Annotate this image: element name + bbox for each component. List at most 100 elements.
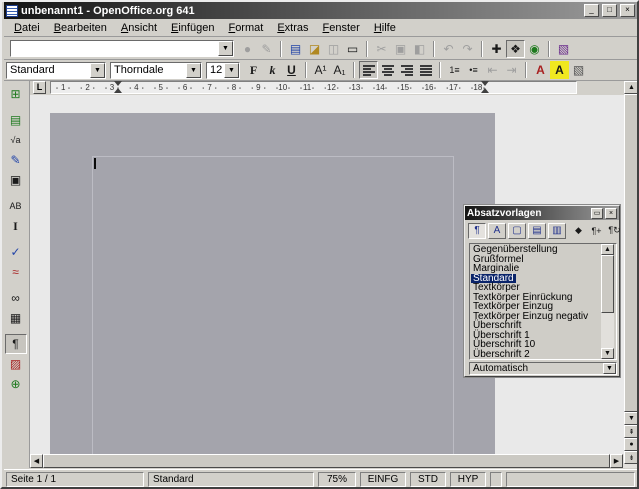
status-insert-mode[interactable]: EINFG [360, 472, 406, 487]
paragraph-styles-icon[interactable]: ¶ [468, 223, 486, 239]
chevron-down-icon[interactable]: ▼ [218, 41, 233, 56]
graphics-onoff-icon[interactable]: ▨ [5, 354, 27, 374]
navigation-dot-icon[interactable]: ● [624, 438, 639, 451]
draw-functions-icon[interactable]: ✎ [5, 150, 27, 170]
numbering-icon[interactable]: 1≡ [445, 61, 464, 79]
font-size-combobox[interactable]: 12 ▼ [206, 62, 240, 79]
paragraph-style-combobox[interactable]: Standard ▼ [6, 62, 106, 79]
direct-cursor-icon[interactable]: I [5, 216, 27, 236]
stylist-title-bar[interactable]: Absatzvorlagen ▭ × [465, 206, 619, 220]
gallery-icon[interactable]: ▧ [554, 40, 573, 58]
highlighting-icon[interactable]: A [550, 61, 569, 79]
document-page[interactable] [50, 113, 495, 454]
stylist-rollup-button[interactable]: ▭ [591, 208, 603, 219]
vertical-scroll-thumb[interactable] [624, 94, 639, 412]
paste-icon[interactable]: ◧ [410, 40, 429, 58]
align-justify-icon[interactable] [416, 61, 435, 79]
insert-icon[interactable]: ⊞ [5, 84, 27, 104]
status-hyperlink-mode[interactable]: HYP [450, 472, 486, 487]
close-button[interactable]: × [620, 4, 635, 17]
load-url-combobox[interactable]: ▼ [10, 40, 234, 57]
tab-type-selector[interactable]: L [33, 81, 46, 94]
stylist-icon[interactable]: ❖ [506, 40, 525, 58]
align-right-icon[interactable] [397, 61, 416, 79]
style-filter-combobox[interactable]: Automatisch ▼ [469, 362, 617, 375]
horizontal-ruler[interactable]: 123456789101112131415161718 [50, 81, 577, 94]
first-line-indent-marker[interactable] [114, 81, 122, 86]
nonprinting-characters-icon[interactable]: ¶ [5, 334, 27, 354]
page-styles-icon[interactable]: ▤ [528, 223, 546, 239]
numbering-styles-icon[interactable]: ▥ [548, 223, 566, 239]
data-sources-icon[interactable]: ▦ [5, 308, 27, 328]
left-indent-marker[interactable] [114, 88, 122, 93]
new-style-from-selection-icon[interactable]: ¶+ [588, 223, 605, 239]
chevron-down-icon[interactable]: ▼ [186, 63, 201, 78]
hyperlink-dialog-icon[interactable]: ◉ [525, 40, 544, 58]
status-page-style[interactable]: Standard [148, 472, 314, 487]
scroll-up-icon[interactable]: ▲ [601, 244, 614, 255]
maximize-button[interactable]: □ [602, 4, 617, 17]
menu-item-fenster[interactable]: Fenster [316, 20, 367, 36]
status-selection-mode[interactable]: STD [410, 472, 446, 487]
stylist-close-button[interactable]: × [605, 208, 617, 219]
superscript-icon[interactable]: A¹ [311, 61, 330, 79]
title-bar[interactable]: unbenannt1 - OpenOffice.org 641 _ □ × [4, 2, 637, 19]
horizontal-scroll-thumb[interactable] [43, 454, 610, 468]
online-layout-icon[interactable]: ⊕ [5, 374, 27, 394]
stop-icon[interactable]: ● [238, 40, 257, 58]
new-document-icon[interactable]: ▤ [286, 40, 305, 58]
scroll-up-icon[interactable]: ▲ [624, 81, 639, 94]
right-indent-marker-bottom[interactable] [481, 88, 489, 93]
background-color-icon[interactable]: ▧ [569, 61, 588, 79]
scroll-down-icon[interactable]: ▼ [601, 348, 614, 359]
italic-icon[interactable]: k [263, 61, 282, 79]
horizontal-scrollbar[interactable]: ◀ ▶ [30, 454, 624, 468]
find-replace-icon[interactable]: ∞ [5, 288, 27, 308]
autotext-icon[interactable]: AB [5, 196, 27, 216]
redo-icon[interactable]: ↷ [458, 40, 477, 58]
align-center-icon[interactable] [378, 61, 397, 79]
insert-fields-icon[interactable]: ▤ [5, 110, 27, 130]
spellcheck-icon[interactable]: ✓ [5, 242, 27, 262]
save-document-icon[interactable]: ◫ [324, 40, 343, 58]
status-page-number[interactable]: Seite 1 / 1 [6, 472, 144, 487]
insert-frame-icon[interactable]: ▣ [5, 170, 27, 190]
scroll-right-icon[interactable]: ▶ [610, 454, 623, 468]
fill-format-mode-icon[interactable]: ◆ [570, 223, 587, 239]
scroll-left-icon[interactable]: ◀ [30, 454, 43, 468]
menu-item-extras[interactable]: Extras [270, 20, 315, 36]
copy-icon[interactable]: ▣ [391, 40, 410, 58]
navigator-icon[interactable]: ✚ [487, 40, 506, 58]
decrease-indent-icon[interactable]: ⇤ [483, 61, 502, 79]
insert-object-icon[interactable]: √a [5, 130, 27, 150]
style-list-scroll-thumb[interactable] [601, 255, 614, 313]
menu-item-hilfe[interactable]: Hilfe [367, 20, 403, 36]
menu-item-ansicht[interactable]: Ansicht [114, 20, 164, 36]
style-item-überschrift-2[interactable]: Überschrift 2 [471, 350, 532, 360]
menu-item-datei[interactable]: Datei [7, 20, 47, 36]
menu-item-bearbeiten[interactable]: Bearbeiten [47, 20, 114, 36]
vertical-scrollbar[interactable]: ▲ ▼ ⇞ ● ⇟ [624, 81, 639, 468]
cut-icon[interactable]: ✂ [372, 40, 391, 58]
font-color-icon[interactable]: A [531, 61, 550, 79]
chevron-down-icon[interactable]: ▼ [90, 63, 105, 78]
frame-styles-icon[interactable]: ▢ [508, 223, 526, 239]
underline-icon[interactable]: U [282, 61, 301, 79]
chevron-down-icon[interactable]: ▼ [603, 363, 616, 374]
bold-icon[interactable]: F [244, 61, 263, 79]
character-styles-icon[interactable]: A [488, 223, 506, 239]
right-indent-marker[interactable] [481, 81, 489, 86]
auto-spellcheck-icon[interactable]: ≈ [5, 262, 27, 282]
previous-page-icon[interactable]: ⇞ [624, 425, 639, 438]
align-left-icon[interactable] [359, 61, 378, 79]
bullets-icon[interactable]: •≡ [464, 61, 483, 79]
style-list-scrollbar[interactable]: ▲ ▼ [601, 244, 614, 359]
menu-item-einfügen[interactable]: Einfügen [164, 20, 221, 36]
scroll-down-icon[interactable]: ▼ [624, 412, 639, 425]
update-style-icon[interactable]: ¶↻ [606, 223, 623, 239]
next-page-icon[interactable]: ⇟ [624, 451, 639, 464]
font-name-combobox[interactable]: Thorndale ▼ [110, 62, 202, 79]
undo-icon[interactable]: ↶ [439, 40, 458, 58]
increase-indent-icon[interactable]: ⇥ [502, 61, 521, 79]
open-document-icon[interactable]: ◪ [305, 40, 324, 58]
